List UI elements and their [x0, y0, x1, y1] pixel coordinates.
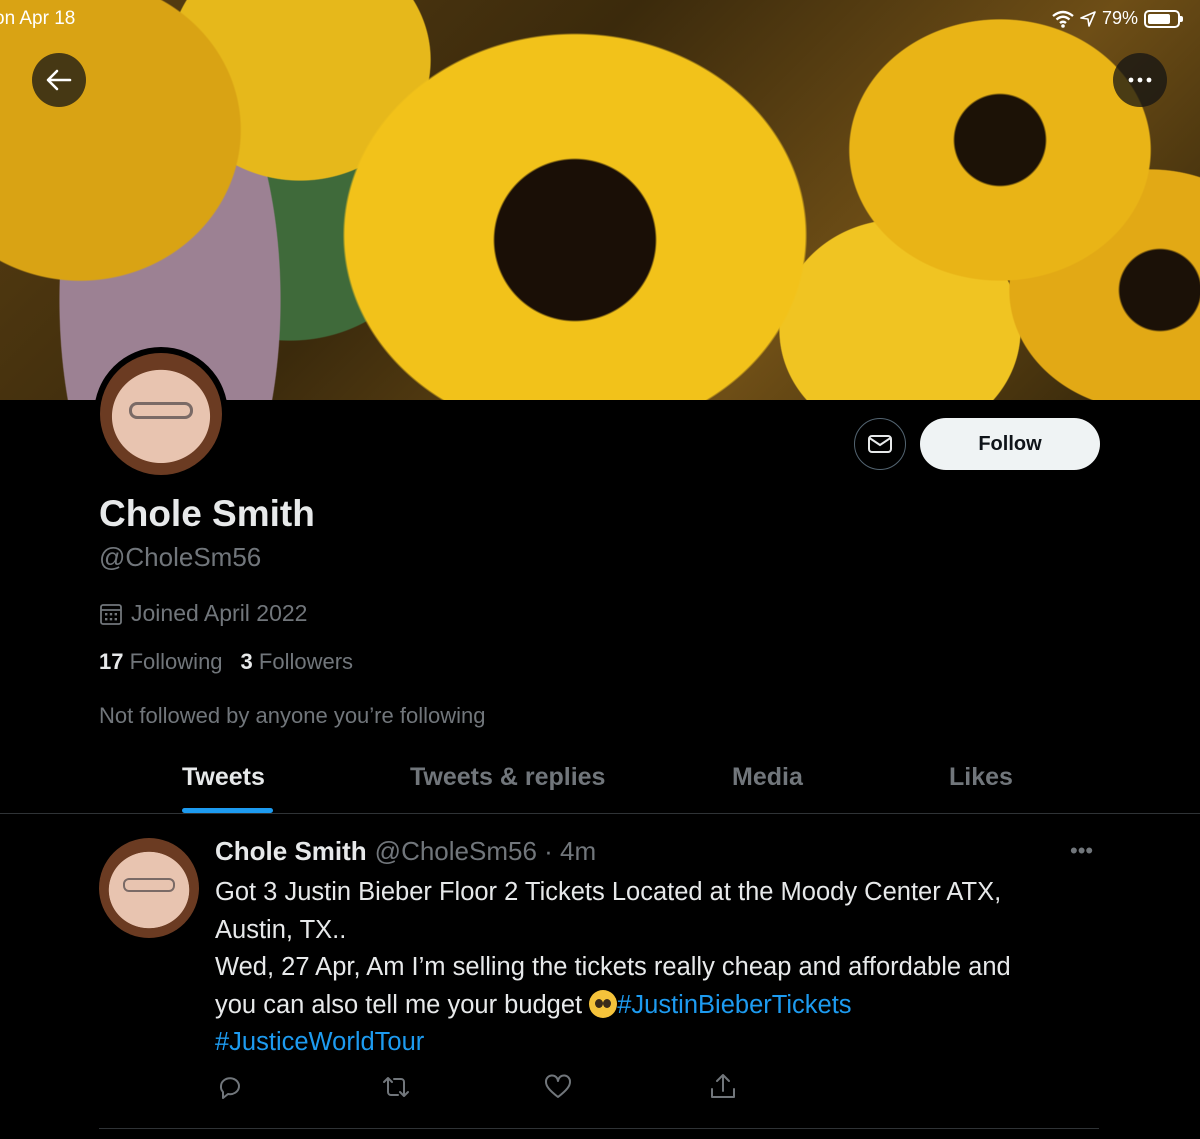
tweet-line-text: you can also tell me your budget	[215, 990, 583, 1019]
avatar-image	[100, 353, 222, 475]
reply-button[interactable]	[215, 1072, 245, 1102]
tweet-line: Wed, 27 Apr, Am I’m selling the tickets …	[215, 953, 1011, 981]
hashtag-link[interactable]: #JustinBieberTickets	[617, 991, 851, 1019]
tab-tweets-replies[interactable]: Tweets & replies	[410, 763, 605, 792]
battery-level	[1148, 13, 1171, 24]
following-label: Following	[129, 649, 223, 674]
profile-avatar[interactable]	[94, 347, 228, 481]
tweet-line: #JusticeWorldTour	[215, 1024, 1115, 1062]
location-icon	[1080, 10, 1096, 27]
retweet-icon	[380, 1072, 412, 1102]
message-button[interactable]	[854, 418, 906, 470]
tweet-author-name[interactable]: Chole Smith	[215, 836, 367, 867]
battery-percent: 79%	[1101, 8, 1138, 28]
share-icon	[708, 1072, 738, 1102]
share-button[interactable]	[708, 1072, 738, 1102]
tab-media[interactable]: Media	[732, 763, 803, 792]
divider	[99, 1128, 1099, 1129]
tweet-line: Austin, TX..	[215, 915, 347, 944]
reply-icon	[215, 1072, 245, 1102]
ellipsis-icon	[1128, 77, 1152, 83]
calendar-icon	[99, 602, 123, 626]
followers-label: Followers	[258, 649, 354, 674]
following-count: 17	[99, 649, 124, 674]
pleading-face-emoji	[589, 989, 618, 1018]
tweet-text: Got 3 Justin Bieber Floor 2 Tickets Loca…	[215, 874, 1115, 1062]
more-options-button[interactable]	[1113, 53, 1167, 107]
tweet-header: Chole Smith @CholeSm56 · 4m	[215, 836, 596, 867]
retweet-button[interactable]	[380, 1072, 412, 1102]
status-date: on Apr 18	[0, 8, 76, 29]
tweet-avatar[interactable]	[99, 838, 199, 938]
tweet-line: you can also tell me your budget #Justin…	[215, 987, 1115, 1025]
heart-icon	[543, 1072, 573, 1102]
follow-counts: 17 Following 3 Followers	[99, 649, 353, 675]
following-link[interactable]: 17 Following	[99, 649, 223, 675]
status-indicators: 79%	[1052, 8, 1183, 29]
tab-likes[interactable]: Likes	[949, 763, 1013, 792]
profile-actions: Follow	[854, 418, 1100, 470]
like-button[interactable]	[543, 1072, 573, 1102]
followers-count: 3	[240, 649, 253, 674]
profile-tabs: Tweets Tweets & replies Media Likes	[0, 750, 1200, 814]
profile-banner[interactable]	[0, 0, 1200, 400]
hashtag-link[interactable]: #JusticeWorldTour	[215, 1028, 424, 1056]
joined-date: Joined April 2022	[99, 600, 307, 627]
envelope-icon	[867, 433, 893, 455]
tweet-actions	[215, 1072, 735, 1106]
profile-name: Chole Smith	[99, 493, 315, 534]
arrow-left-icon	[46, 69, 72, 91]
tweet-author-meta: @CholeSm56 · 4m	[374, 836, 597, 866]
back-button[interactable]	[32, 53, 86, 107]
followers-link[interactable]: 3 Followers	[241, 649, 354, 675]
tweet-more-button[interactable]: •••	[1070, 838, 1093, 864]
tweet-line: Got 3 Justin Bieber Floor 2 Tickets Loca…	[215, 878, 1002, 906]
tab-tweets[interactable]: Tweets	[182, 763, 265, 792]
status-bar: on Apr 18 79%	[0, 0, 1200, 40]
joined-text: Joined April 2022	[131, 600, 308, 626]
mutual-followers-note: Not followed by anyone you’re following	[99, 703, 486, 728]
active-tab-indicator	[182, 808, 273, 813]
battery-icon	[1144, 9, 1183, 28]
follow-button[interactable]: Follow	[920, 418, 1100, 470]
profile-handle: @CholeSm56	[99, 542, 262, 572]
wifi-icon	[1052, 10, 1074, 28]
